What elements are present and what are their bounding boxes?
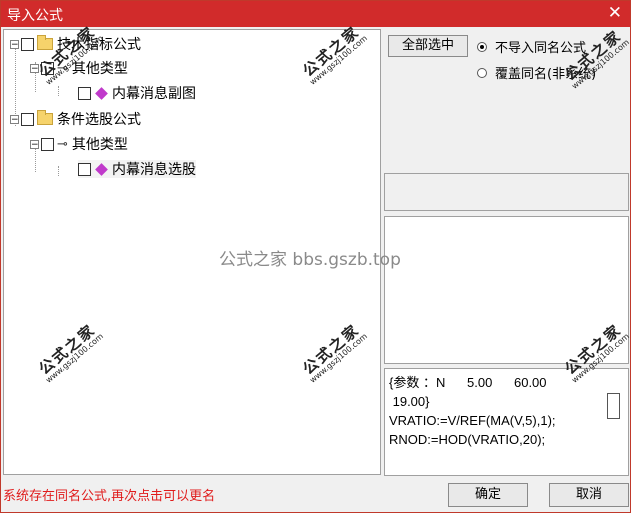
- node-label: 其他类型: [71, 137, 128, 153]
- tree-node-insider-subchart[interactable]: 内幕消息副图: [78, 84, 196, 102]
- radio-selected-icon[interactable]: [477, 41, 487, 52]
- status-message: 系统存在同名公式,再次点击可以更名: [3, 489, 216, 504]
- collapse-icon[interactable]: −: [30, 139, 39, 149]
- node-label: 条件选股公式: [57, 112, 141, 128]
- scrollbar-thumb[interactable]: [607, 393, 620, 419]
- folder-icon: [37, 35, 53, 50]
- option-label: 不导入同名公式: [495, 41, 587, 56]
- ok-button[interactable]: 确定: [448, 483, 528, 507]
- collapse-icon[interactable]: −: [10, 39, 19, 49]
- window-title: 导入公式: [7, 8, 63, 24]
- node-checkbox[interactable]: [78, 162, 91, 176]
- node-checkbox[interactable]: [78, 86, 91, 100]
- formula-line: RNOD:=HOD(VRATIO,20);: [389, 432, 546, 447]
- node-label: 内幕消息选股: [112, 162, 196, 178]
- cancel-button[interactable]: 取消: [549, 483, 629, 507]
- import-formula-dialog: 导入公式 ✕ − 技术指标公式 − ⊸ 其他类型 内幕消息副图 − 条件选股公式…: [0, 0, 631, 513]
- formula-gem-icon: [95, 86, 108, 100]
- tree-node-insider-screening[interactable]: 内幕消息选股: [78, 160, 196, 178]
- title-bar: 导入公式 ✕: [1, 1, 630, 27]
- tree-node-stock-screening[interactable]: − 条件选股公式: [10, 110, 141, 128]
- collapse-icon[interactable]: −: [10, 114, 19, 124]
- formula-line: 19.00}: [389, 394, 430, 409]
- description-box: [384, 173, 629, 211]
- key-icon: ⊸: [57, 136, 68, 152]
- formula-line: VRATIO:=V/REF(MA(V,5),1);: [389, 413, 556, 428]
- tree-node-other-types-2[interactable]: − ⊸ 其他类型: [30, 135, 128, 153]
- formula-gem-icon: [95, 162, 108, 176]
- node-checkbox[interactable]: [41, 137, 54, 151]
- formula-source-text: {参数 ：N 5.00 60.00 19.00} VRATIO:=V/REF(M…: [389, 373, 601, 449]
- select-all-button[interactable]: 全部选中: [388, 35, 468, 57]
- node-checkbox[interactable]: [21, 37, 34, 51]
- center-watermark: 公式之家 bbs.gszb.top: [219, 250, 401, 270]
- node-label: 内幕消息副图: [112, 86, 196, 102]
- folder-icon: [37, 110, 53, 125]
- option-skip-same-name[interactable]: 不导入同名公式: [477, 37, 586, 56]
- node-checkbox[interactable]: [21, 112, 34, 126]
- radio-unselected-icon[interactable]: [477, 67, 487, 78]
- close-icon[interactable]: ✕: [608, 3, 622, 23]
